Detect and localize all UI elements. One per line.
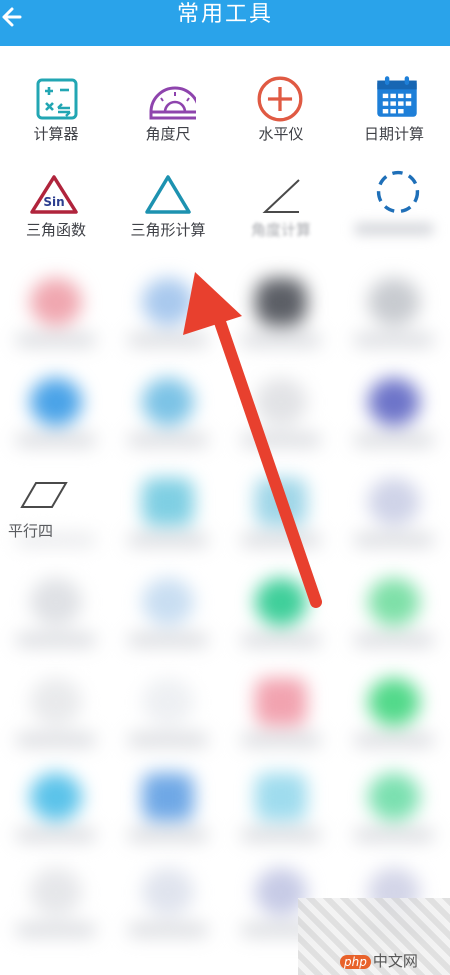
- calendar-icon: [377, 76, 417, 117]
- page-title: 常用工具: [176, 2, 273, 27]
- level-icon: [257, 76, 303, 122]
- tool-protractor[interactable]: 角度尺: [112, 64, 224, 174]
- blurred-tool: [0, 660, 112, 765]
- blurred-tool: [225, 360, 337, 465]
- triangle-icon: [145, 175, 191, 214]
- tool-calendar[interactable]: 日期计算: [338, 64, 450, 174]
- blurred-tool: [0, 560, 112, 665]
- watermark-logo: php 中文网: [340, 950, 418, 971]
- angle-icon: [262, 179, 300, 213]
- blurred-tool: [338, 260, 450, 365]
- tool-label: 日期计算: [363, 125, 424, 143]
- tool-level[interactable]: 水平仪: [225, 64, 337, 174]
- top-bar: 常用工具: [0, 0, 450, 46]
- blurred-tool: [338, 460, 450, 565]
- blurred-tool: [0, 755, 112, 860]
- blurred-tool: [0, 260, 112, 365]
- blurred-tool: [112, 660, 224, 765]
- blurred-tool: [0, 460, 112, 565]
- blurred-tool: [338, 360, 450, 465]
- tool-label: 角度尺: [145, 125, 191, 143]
- dashed-circle-icon: [376, 170, 420, 214]
- sin-triangle-icon: Sin: [30, 175, 78, 214]
- blurred-tools-grid: [0, 250, 450, 975]
- tool-label: 三角函数: [25, 221, 86, 239]
- tool-label: 计算器: [33, 125, 79, 143]
- blurred-tool: [338, 755, 450, 860]
- blurred-tool: [112, 755, 224, 860]
- tool-label-placeholder: [338, 220, 450, 240]
- blurred-tool: [225, 260, 337, 365]
- blurred-tool: [338, 660, 450, 765]
- svg-text:Sin: Sin: [43, 195, 64, 209]
- blurred-tool: [225, 755, 337, 860]
- blurred-tool: [112, 360, 224, 465]
- calculator-icon: [36, 78, 78, 120]
- blurred-tool: [112, 850, 224, 955]
- blurred-tool: [0, 850, 112, 955]
- tool-calculator[interactable]: 计算器: [0, 64, 112, 174]
- blurred-tool: [225, 560, 337, 665]
- blurred-tool: [338, 560, 450, 665]
- blurred-tool: [225, 460, 337, 565]
- blurred-tool: [225, 660, 337, 765]
- blurred-tool: [112, 560, 224, 665]
- protractor-icon: [149, 86, 196, 120]
- blurred-tool: [0, 360, 112, 465]
- parallelogram-icon: [20, 482, 68, 508]
- blurred-tool: [112, 260, 224, 365]
- partial-label-parallelogram: 平行四: [8, 522, 54, 540]
- tool-label: 角度计算: [250, 221, 311, 239]
- blurred-tool: [112, 460, 224, 565]
- tool-label: 三角形计算: [130, 221, 206, 239]
- tool-label: 水平仪: [258, 125, 304, 143]
